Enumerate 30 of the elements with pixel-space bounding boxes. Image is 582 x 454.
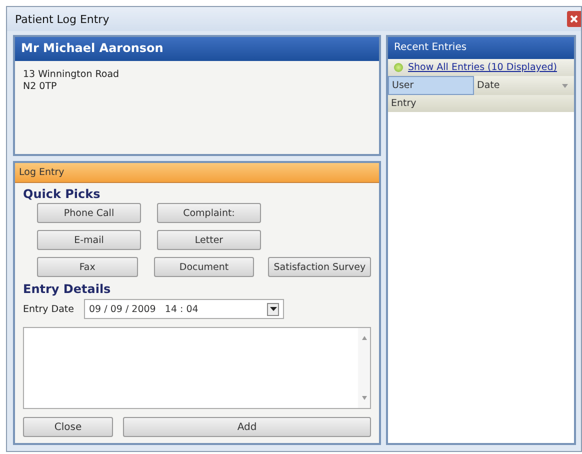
quick-pick-button[interactable]: Complaint:: [157, 203, 261, 223]
caret-icon: [270, 306, 277, 312]
recent-entries-header: Recent Entries: [388, 37, 574, 59]
field-label: Entry Date: [23, 304, 74, 314]
close-icon: [569, 14, 579, 24]
scrollbar[interactable]: [358, 328, 370, 408]
up-arrow-icon: [362, 336, 366, 340]
close-button[interactable]: [567, 11, 581, 27]
quick-pick-button[interactable]: Satisfaction Survey: [268, 257, 371, 277]
log-entry-header: Log Entry: [15, 163, 379, 183]
down-arrow-icon: [362, 396, 366, 400]
column-header[interactable]: User: [388, 76, 474, 95]
quick-pick-button[interactable]: Letter: [157, 230, 261, 250]
quick-pick-button[interactable]: Phone Call: [37, 203, 141, 223]
patient-name: Mr Michael Aaronson: [15, 37, 379, 61]
window-title: Patient Log Entry: [15, 12, 110, 26]
close-dialog-button[interactable]: Close: [23, 417, 113, 437]
date-field[interactable]: 09 / 09 / 2009 14 : 04: [84, 299, 284, 319]
sort-icon: [562, 84, 568, 88]
column-header[interactable]: Date: [474, 76, 574, 95]
section-heading: Quick Picks: [23, 187, 102, 201]
quick-pick-button[interactable]: Document: [154, 257, 254, 277]
address-line: 13 Winnington Road: [23, 69, 120, 81]
add-button[interactable]: Add: [123, 417, 371, 437]
quick-pick-button[interactable]: Fax: [37, 257, 138, 277]
quick-pick-button[interactable]: E-mail: [37, 230, 141, 250]
dropdown-button[interactable]: [267, 302, 280, 316]
section-heading: Entry Details: [23, 282, 112, 296]
column-header[interactable]: Entry: [388, 95, 574, 112]
address-line: N2 0TP: [23, 81, 58, 93]
